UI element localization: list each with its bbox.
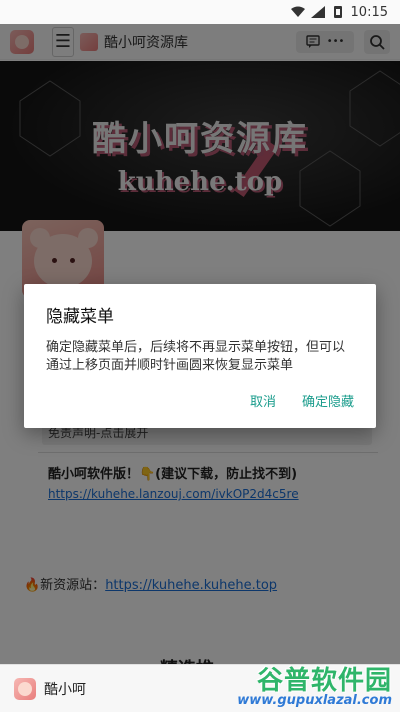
watermark-main: 谷普软件园 bbox=[256, 666, 392, 696]
bottom-name: 酷小呵 bbox=[44, 681, 86, 698]
wifi-icon bbox=[290, 6, 305, 17]
cancel-button[interactable]: 取消 bbox=[250, 391, 276, 410]
status-time: 10:15 bbox=[350, 4, 388, 20]
battery-icon bbox=[333, 6, 342, 18]
status-bar: 10:15 bbox=[0, 0, 400, 24]
bottom-avatar[interactable] bbox=[14, 677, 36, 700]
hide-menu-dialog: 隐藏菜单 确定隐藏菜单后，后续将不再显示菜单按钮，但可以通过上移页面并顺时针画圆… bbox=[24, 284, 376, 428]
signal-icon bbox=[310, 6, 325, 18]
dialog-title: 隐藏菜单 bbox=[46, 307, 114, 327]
watermark-logo: 谷普软件园 www.gupuxlazal.com bbox=[212, 660, 392, 708]
dialog-message: 确定隐藏菜单后，后续将不再显示菜单按钮，但可以通过上移页面并顺时针画圆来恢复显示… bbox=[46, 340, 346, 373]
watermark-sub: www.gupuxlazal.com bbox=[237, 693, 392, 708]
confirm-hide-button[interactable]: 确定隐藏 bbox=[302, 391, 354, 410]
